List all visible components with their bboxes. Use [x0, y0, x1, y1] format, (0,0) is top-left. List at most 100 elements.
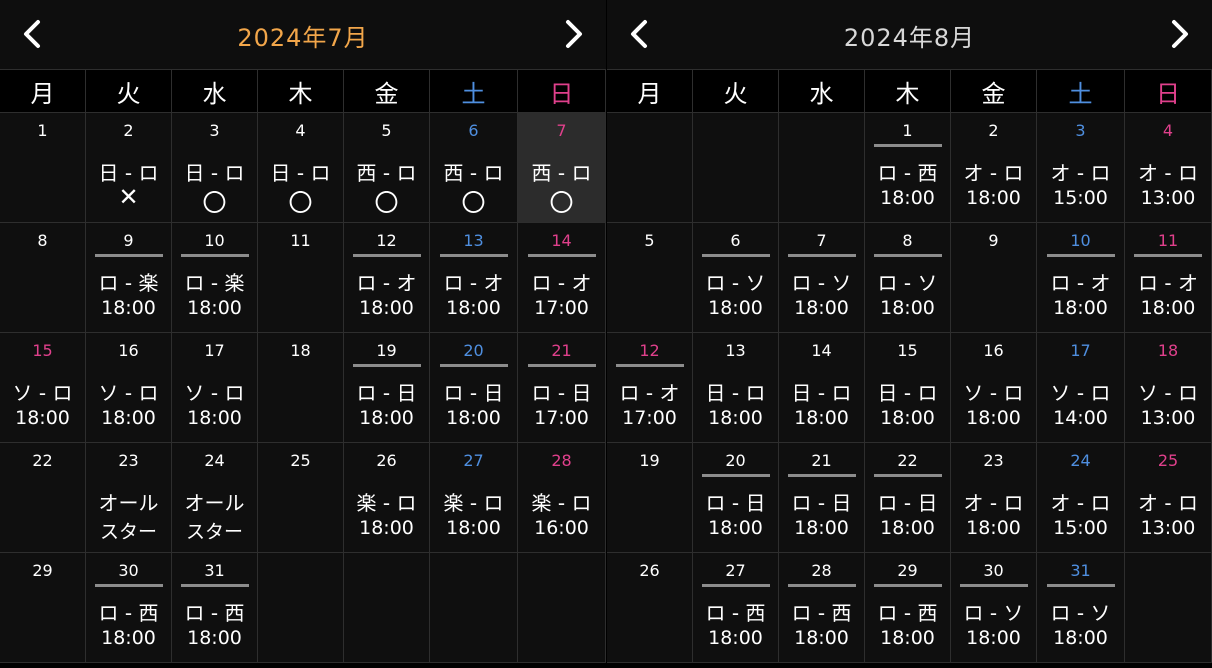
game-time-text: 18:00 [966, 187, 1021, 209]
day-cell[interactable]: 5 [607, 223, 693, 333]
day-cell[interactable]: 2 日 - ロ ✕ [86, 113, 172, 223]
home-game-bar [873, 584, 942, 587]
day-cell[interactable]: 12 ロ - オ 18:00 [344, 223, 430, 333]
day-number: 31 [1070, 561, 1091, 580]
weekday-label: 金 [344, 70, 430, 113]
day-cell[interactable]: 8 [0, 223, 86, 333]
day-cell[interactable]: 20 ロ - 日 18:00 [430, 333, 518, 443]
day-cell[interactable]: 30 ロ - 西 18:00 [86, 553, 172, 663]
day-cell[interactable]: 30 ロ - ソ 18:00 [951, 553, 1037, 663]
day-cell[interactable]: 5 西 - ロ〇 [344, 113, 430, 223]
game-time-text: 18:00 [187, 297, 242, 319]
day-cell[interactable]: 16 ソ - ロ 18:00 [951, 333, 1037, 443]
matchup-text: オ - ロ [1050, 161, 1111, 185]
day-cell[interactable]: 24 オール スター [172, 443, 258, 553]
day-cell[interactable]: 9 ロ - 楽 18:00 [86, 223, 172, 333]
day-cell[interactable]: 20 ロ - 日 18:00 [693, 443, 779, 553]
day-cell[interactable]: 6 ロ - ソ 18:00 [693, 223, 779, 333]
matchup-text: 日 - ロ [705, 381, 766, 405]
day-cell[interactable]: 25 [258, 443, 344, 553]
day-cell[interactable]: 13 ロ - オ 18:00 [430, 223, 518, 333]
day-cell[interactable]: 26 楽 - ロ 18:00 [344, 443, 430, 553]
day-cell[interactable]: 28 ロ - 西 18:00 [779, 553, 865, 663]
game-time-text: 15:00 [1053, 187, 1108, 209]
matchup-text: ロ - オ [356, 271, 417, 295]
weekday-label: 月 [0, 70, 86, 113]
empty-day-cell [518, 553, 606, 663]
day-cell[interactable]: 16 ソ - ロ 18:00 [86, 333, 172, 443]
day-cell[interactable]: 23 オ - ロ 18:00 [951, 443, 1037, 553]
day-cell[interactable]: 31 ロ - ソ 18:00 [1037, 553, 1125, 663]
day-cell[interactable]: 14 日 - ロ 18:00 [779, 333, 865, 443]
day-cell[interactable]: 7 ロ - ソ 18:00 [779, 223, 865, 333]
day-cell[interactable]: 26 [607, 553, 693, 663]
matchup-text: 西 - ロ [356, 161, 417, 185]
day-cell[interactable]: 2 オ - ロ 18:00 [951, 113, 1037, 223]
matchup-text: ソ - ロ [12, 381, 73, 405]
day-cell[interactable]: 29 [0, 553, 86, 663]
week-row: 89ロ - 楽 18:00 10 ロ - 楽 18:00 11 12 ロ - オ 18:00 13… [0, 223, 606, 333]
next-month-button[interactable] [554, 14, 594, 54]
day-cell[interactable]: 15 日 - ロ 18:00 [865, 333, 951, 443]
day-cell[interactable]: 7 西 - ロ〇 [518, 113, 606, 223]
day-cell[interactable]: 10 ロ - 楽 18:00 [172, 223, 258, 333]
week-row: 12 ロ - オ 17:00 13 日 - ロ 18:00 14 日 - ロ 18:00 15 日 … [607, 333, 1212, 443]
day-cell[interactable]: 28 楽 - ロ 16:00 [518, 443, 606, 553]
day-cell[interactable]: 24 オ - ロ 15:00 [1037, 443, 1125, 553]
day-cell[interactable]: 21 ロ - 日 18:00 [779, 443, 865, 553]
day-cell[interactable]: 17 ソ - ロ 14:00 [1037, 333, 1125, 443]
day-cell[interactable]: 4 オ - ロ 13:00 [1125, 113, 1212, 223]
calendar-app: 2024年7月 月火水木金土日12日 - ロ ✕ 3 日 - ロ〇4日 - ロ〇5西 … [0, 0, 1212, 668]
day-cell[interactable]: 18 ソ - ロ 13:00 [1125, 333, 1212, 443]
day-cell[interactable]: 11 [258, 223, 344, 333]
month-title: 2024年8月 [843, 24, 976, 52]
next-month-button[interactable] [1160, 14, 1200, 54]
matchup-text: ロ - 西 [98, 601, 159, 625]
day-number: 13 [725, 341, 746, 360]
day-cell[interactable]: 22 [0, 443, 86, 553]
matchup-text: ロ - 日 [877, 491, 938, 515]
matchup-text: 楽 - ロ [531, 491, 592, 515]
day-cell[interactable]: 1 ロ - 西 18:00 [865, 113, 951, 223]
day-cell[interactable]: 19 ロ - 日 18:00 [344, 333, 430, 443]
day-cell[interactable]: 29 ロ - 西 18:00 [865, 553, 951, 663]
day-cell[interactable]: 8 ロ - ソ 18:00 [865, 223, 951, 333]
day-number: 25 [290, 451, 311, 470]
day-cell[interactable]: 13 日 - ロ 18:00 [693, 333, 779, 443]
home-game-bar [873, 474, 942, 477]
day-cell[interactable]: 17 ソ - ロ 18:00 [172, 333, 258, 443]
matchup-text: ロ - 日 [705, 491, 766, 515]
day-cell[interactable]: 27 ロ - 西 18:00 [693, 553, 779, 663]
day-cell[interactable]: 3 日 - ロ〇 [172, 113, 258, 223]
day-cell[interactable]: 11 ロ - オ 18:00 [1125, 223, 1212, 333]
day-cell[interactable]: 19 [607, 443, 693, 553]
home-game-bar [527, 364, 596, 367]
game-time-text: 17:00 [534, 407, 589, 429]
day-cell[interactable]: 18 [258, 333, 344, 443]
day-cell[interactable]: 9 [951, 223, 1037, 333]
day-number: 6 [468, 121, 479, 140]
weekday-label: 水 [172, 70, 258, 113]
day-cell[interactable]: 31 ロ - 西 18:00 [172, 553, 258, 663]
day-cell[interactable]: 27 楽 - ロ 18:00 [430, 443, 518, 553]
day-number: 21 [811, 451, 832, 470]
day-cell[interactable]: 4 日 - ロ〇 [258, 113, 344, 223]
day-cell[interactable]: 10 ロ - オ 18:00 [1037, 223, 1125, 333]
matchup-text: ロ - 日 [531, 381, 592, 405]
day-cell[interactable]: 25 オ - ロ 13:00 [1125, 443, 1212, 553]
day-cell[interactable]: 14 ロ - オ 17:00 [518, 223, 606, 333]
day-cell[interactable]: 21 ロ - 日 17:00 [518, 333, 606, 443]
day-number: 18 [290, 341, 311, 360]
day-cell[interactable]: 3 オ - ロ 15:00 [1037, 113, 1125, 223]
day-cell[interactable]: 6 西 - ロ〇 [430, 113, 518, 223]
day-cell[interactable]: 12 ロ - オ 17:00 [607, 333, 693, 443]
day-number: 1 [902, 121, 913, 140]
calendar-grid: 月火水木金土日12日 - ロ ✕ 3 日 - ロ〇4日 - ロ〇5西 - ロ〇6西 -… [0, 69, 606, 663]
game-time-text: 18:00 [966, 407, 1021, 429]
day-cell[interactable]: 23 オール スター [86, 443, 172, 553]
day-cell[interactable]: 22 ロ - 日 18:00 [865, 443, 951, 553]
weekday-label: 木 [865, 70, 951, 113]
day-number: 23 [983, 451, 1004, 470]
day-cell[interactable]: 1 [0, 113, 86, 223]
day-cell[interactable]: 15 ソ - ロ 18:00 [0, 333, 86, 443]
